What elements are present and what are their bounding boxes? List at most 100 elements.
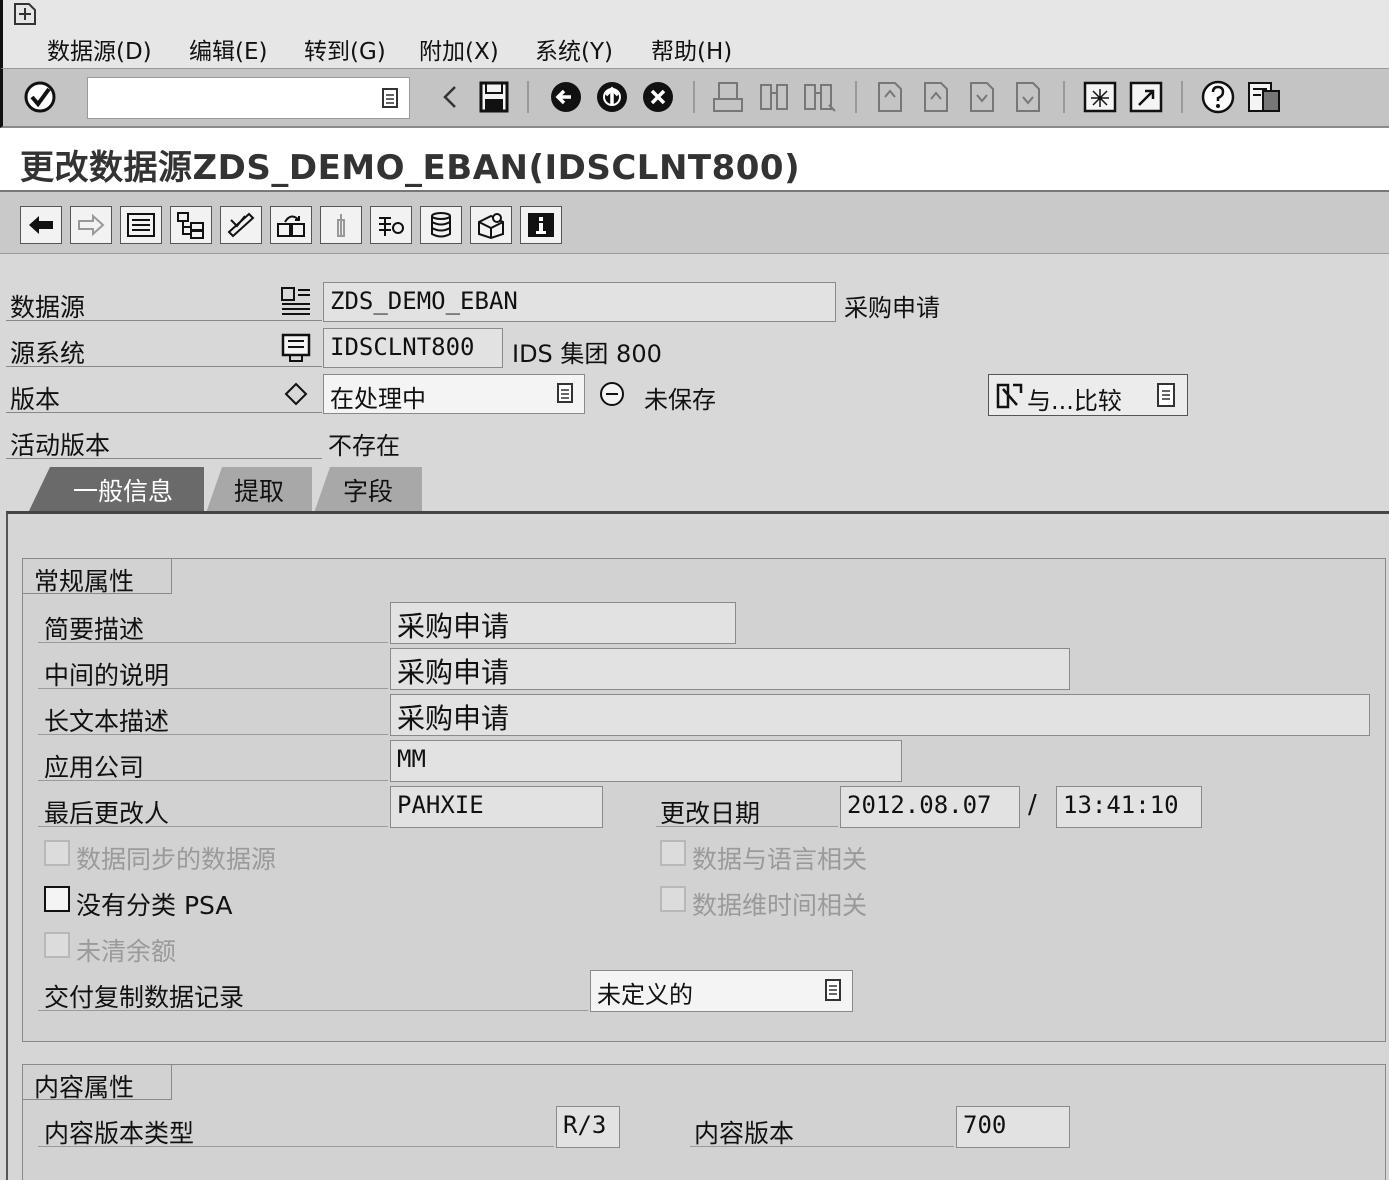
tab-general-info[interactable]: 一般信息	[28, 467, 204, 513]
medium-description-label: 中间的说明	[44, 661, 170, 690]
arrow-left-icon	[29, 216, 53, 234]
check-button[interactable]	[220, 206, 262, 244]
find-icon[interactable]	[755, 77, 793, 117]
last-changed-by-label: 最后更改人	[44, 799, 170, 828]
dropdown-icon[interactable]	[822, 977, 844, 1003]
tab-extraction[interactable]: 提取	[206, 467, 312, 513]
changed-on-date-field[interactable]: 2012.08.07	[840, 786, 1020, 828]
information-button[interactable]	[520, 206, 562, 244]
version-label: 版本	[10, 385, 61, 414]
find-next-icon[interactable]	[801, 77, 839, 117]
long-description-label: 长文本描述	[44, 707, 170, 736]
version-status-text: 未保存	[644, 386, 716, 414]
cancel-icon[interactable]	[639, 77, 677, 117]
where-used-button[interactable]	[320, 206, 362, 244]
toolbar-separator	[527, 81, 529, 113]
status-minus-icon	[600, 382, 624, 406]
content-release-label: 内容版本	[694, 1119, 795, 1148]
label-underline	[6, 458, 322, 459]
time-dependent-checkbox[interactable]	[660, 886, 686, 912]
no-psa-partitioning-checkbox[interactable]	[44, 886, 70, 912]
language-dependent-label: 数据与语言相关	[692, 845, 868, 874]
activate-icon	[277, 215, 305, 237]
layout-icon[interactable]	[1245, 77, 1283, 117]
next-page-icon[interactable]	[963, 77, 1001, 117]
source-system-icon	[281, 333, 311, 362]
dropdown-icon[interactable]	[379, 86, 401, 110]
package-icon	[478, 213, 504, 240]
label-underline	[6, 366, 322, 367]
long-description-field[interactable]: 采购申请	[390, 694, 1370, 736]
compare-with-label: 与...比较	[1027, 387, 1122, 415]
arrow-right-icon	[78, 213, 105, 237]
last-changed-by-field[interactable]: PAHXIE	[390, 786, 603, 828]
label-underline	[38, 780, 388, 781]
medium-description-field[interactable]: 采购申请	[390, 648, 1070, 690]
back-icon[interactable]	[431, 77, 469, 117]
label-underline	[38, 1146, 554, 1147]
system-menu-icon[interactable]	[11, 2, 41, 26]
general-attributes-title: 常规属性	[22, 558, 172, 596]
content-release-type-field[interactable]: R/3	[556, 1106, 620, 1148]
source-system-field[interactable]: IDSCLNT800	[323, 328, 503, 368]
display-object-list-button[interactable]	[120, 206, 162, 244]
changed-on-time-field[interactable]: 13:41:10	[1056, 786, 1202, 828]
activate-button[interactable]	[270, 206, 312, 244]
language-dependent-checkbox[interactable]	[660, 840, 686, 866]
page-title: 更改数据源ZDS_DEMO_EBAN(IDSCLNT800)	[20, 148, 801, 188]
dropdown-icon[interactable]	[1155, 381, 1177, 409]
last-page-icon[interactable]	[1009, 77, 1047, 117]
content-release-field[interactable]: 700	[956, 1106, 1070, 1148]
package-button[interactable]	[470, 206, 512, 244]
toolbar-separator	[855, 81, 857, 113]
menu-help[interactable]: 帮助(H)	[651, 32, 732, 66]
tab-fields[interactable]: 字段	[314, 467, 422, 513]
enter-icon[interactable]	[21, 77, 59, 117]
open-amounts-checkbox[interactable]	[44, 932, 70, 958]
dropdown-icon[interactable]	[554, 381, 576, 405]
forward-arrow-button[interactable]	[70, 206, 112, 244]
open-amounts-label: 未清余额	[76, 937, 177, 966]
short-description-field[interactable]: 采购申请	[390, 602, 736, 644]
help-icon[interactable]	[1199, 77, 1237, 117]
menu-edit[interactable]: 编辑(E)	[189, 32, 267, 66]
back-nav-icon[interactable]	[547, 77, 585, 117]
menu-system[interactable]: 系统(Y)	[535, 32, 613, 66]
command-field[interactable]	[87, 77, 410, 119]
print-icon[interactable]	[709, 77, 747, 117]
version-select-value: 在处理中	[330, 385, 426, 413]
back-arrow-button[interactable]	[20, 206, 62, 244]
delivery-duplicates-value: 未定义的	[597, 981, 693, 1009]
menu-goto[interactable]: 转到(G)	[304, 32, 386, 66]
label-underline	[656, 826, 838, 827]
version-select[interactable]: 在处理中	[323, 374, 585, 414]
menu-extras[interactable]: 附加(X)	[419, 32, 499, 66]
short-description-label: 简要描述	[44, 615, 145, 644]
exit-icon[interactable]	[593, 77, 631, 117]
datasource-type-icon	[281, 287, 310, 315]
datasource-field[interactable]: ZDS_DEMO_EBAN	[323, 282, 836, 322]
hierarchy-icon	[177, 212, 204, 239]
realtime-datasource-checkbox[interactable]	[44, 840, 70, 866]
database-button[interactable]	[420, 206, 462, 244]
where-used-icon	[337, 214, 345, 237]
previous-page-icon[interactable]	[917, 77, 955, 117]
label-underline	[690, 1146, 954, 1147]
compare-with-button[interactable]: 与...比较	[988, 374, 1188, 416]
first-page-icon[interactable]	[871, 77, 909, 117]
shortcut-icon[interactable]	[1127, 77, 1165, 117]
hierarchy-button[interactable]	[170, 206, 212, 244]
technical-settings-button[interactable]	[370, 206, 412, 244]
save-icon[interactable]	[475, 77, 513, 117]
menu-bar: 数据源(D) 编辑(E) 转到(G) 附加(X) 系统(Y) 帮助(H)	[0, 0, 1389, 68]
source-system-description: IDS 集团 800	[512, 340, 662, 368]
technical-settings-icon	[379, 217, 404, 236]
delivery-duplicates-select[interactable]: 未定义的	[590, 970, 853, 1012]
new-session-icon[interactable]	[1081, 77, 1119, 117]
toolbar-separator	[693, 81, 695, 113]
realtime-datasource-label: 数据同步的数据源	[76, 845, 277, 874]
label-underline	[38, 826, 388, 827]
label-underline	[38, 688, 388, 689]
menu-datasource[interactable]: 数据源(D)	[47, 32, 152, 66]
application-component-field[interactable]: MM	[390, 740, 902, 782]
